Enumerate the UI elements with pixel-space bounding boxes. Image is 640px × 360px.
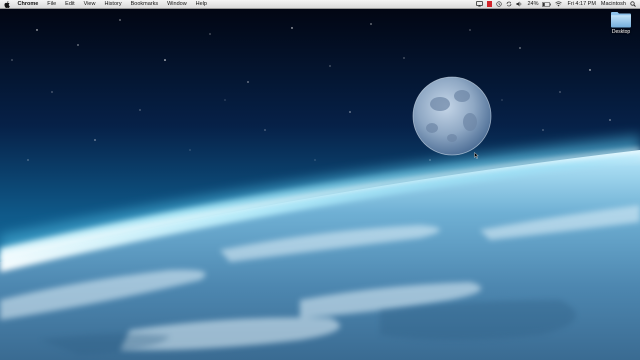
wifi-icon[interactable] bbox=[555, 0, 563, 9]
volume-icon[interactable] bbox=[516, 0, 522, 9]
red-status-icon[interactable] bbox=[487, 0, 493, 9]
desktop-folder-label: Desktop bbox=[611, 29, 631, 35]
time-machine-icon[interactable] bbox=[496, 0, 503, 9]
menu-help[interactable]: Help bbox=[191, 0, 211, 9]
apple-logo-icon[interactable] bbox=[4, 0, 10, 8]
desktop-folder[interactable]: Desktop bbox=[606, 11, 636, 35]
menu-edit[interactable]: Edit bbox=[61, 0, 79, 9]
screen-mirroring-icon[interactable] bbox=[476, 0, 484, 9]
desktop-wallpaper bbox=[0, 0, 640, 360]
menu-bar: Chrome File Edit View History Bookmarks … bbox=[0, 0, 640, 9]
menu-clock[interactable]: Fri 4:17 PM bbox=[567, 0, 595, 9]
mouse-cursor bbox=[474, 152, 479, 159]
folder-icon bbox=[611, 12, 631, 28]
sync-icon[interactable] bbox=[506, 0, 512, 9]
menu-file[interactable]: File bbox=[43, 0, 61, 9]
menu-app-name[interactable]: Chrome bbox=[13, 0, 43, 9]
battery-percent[interactable]: 24% bbox=[527, 0, 538, 9]
desktop[interactable]: Chrome File Edit View History Bookmarks … bbox=[0, 0, 640, 360]
menu-user-name[interactable]: Macintosh bbox=[601, 0, 626, 9]
menu-window[interactable]: Window bbox=[163, 0, 192, 9]
spotlight-search-icon[interactable] bbox=[630, 0, 636, 9]
menu-view[interactable]: View bbox=[79, 0, 100, 9]
menu-history[interactable]: History bbox=[100, 0, 126, 9]
menu-bookmarks[interactable]: Bookmarks bbox=[126, 0, 163, 9]
battery-icon[interactable] bbox=[542, 0, 552, 9]
